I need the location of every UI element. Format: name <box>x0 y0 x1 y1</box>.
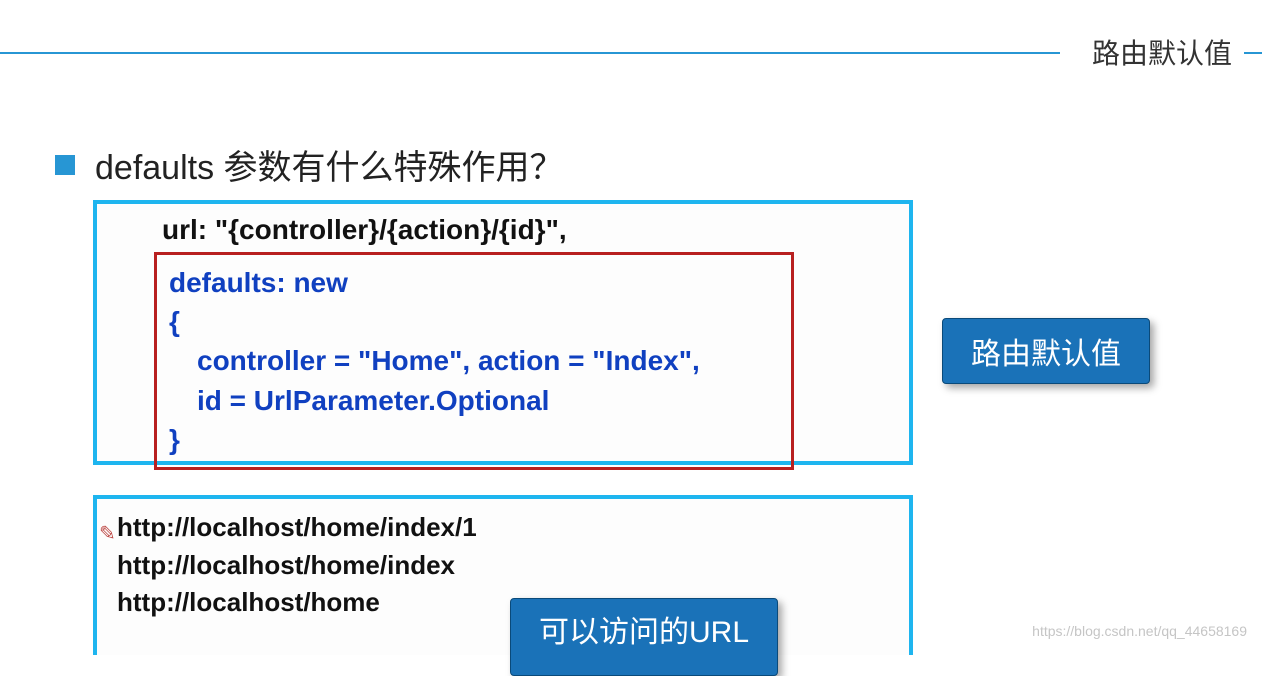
header-divider-right <box>1244 52 1262 54</box>
bullet-icon <box>55 155 75 175</box>
code-box-defaults: url: "{controller}/{action}/{id}", defau… <box>93 200 913 465</box>
badge-accessible-url: 可以访问的URL <box>510 598 778 676</box>
code-line-2: { <box>169 302 779 341</box>
watermark-text: https://blog.csdn.net/qq_44658169 <box>1032 623 1247 639</box>
page-title: 路由默认值 <box>1092 32 1232 72</box>
bullet-question: defaults 参数有什么特殊作用？ <box>95 140 564 189</box>
code-line-3: controller = "Home", action = "Index", <box>169 341 779 380</box>
badge-route-default: 路由默认值 <box>942 318 1150 384</box>
bullet-row: defaults 参数有什么特殊作用？ <box>55 140 564 189</box>
highlighted-code-block: defaults: new { controller = "Home", act… <box>154 252 794 470</box>
code-line-1: defaults: new <box>169 263 779 302</box>
code-line-5: } <box>169 420 779 459</box>
header-divider-left <box>0 52 1060 54</box>
annotation-mark-icon: ✎ <box>99 521 116 546</box>
url-item-2: http://localhost/home/index <box>117 547 894 585</box>
code-box-urls: http://localhost/home/index/1 http://loc… <box>93 495 913 655</box>
code-url-line: url: "{controller}/{action}/{id}", <box>162 214 894 246</box>
url-item-1: http://localhost/home/index/1 <box>117 509 894 547</box>
code-line-4: id = UrlParameter.Optional <box>169 381 779 420</box>
